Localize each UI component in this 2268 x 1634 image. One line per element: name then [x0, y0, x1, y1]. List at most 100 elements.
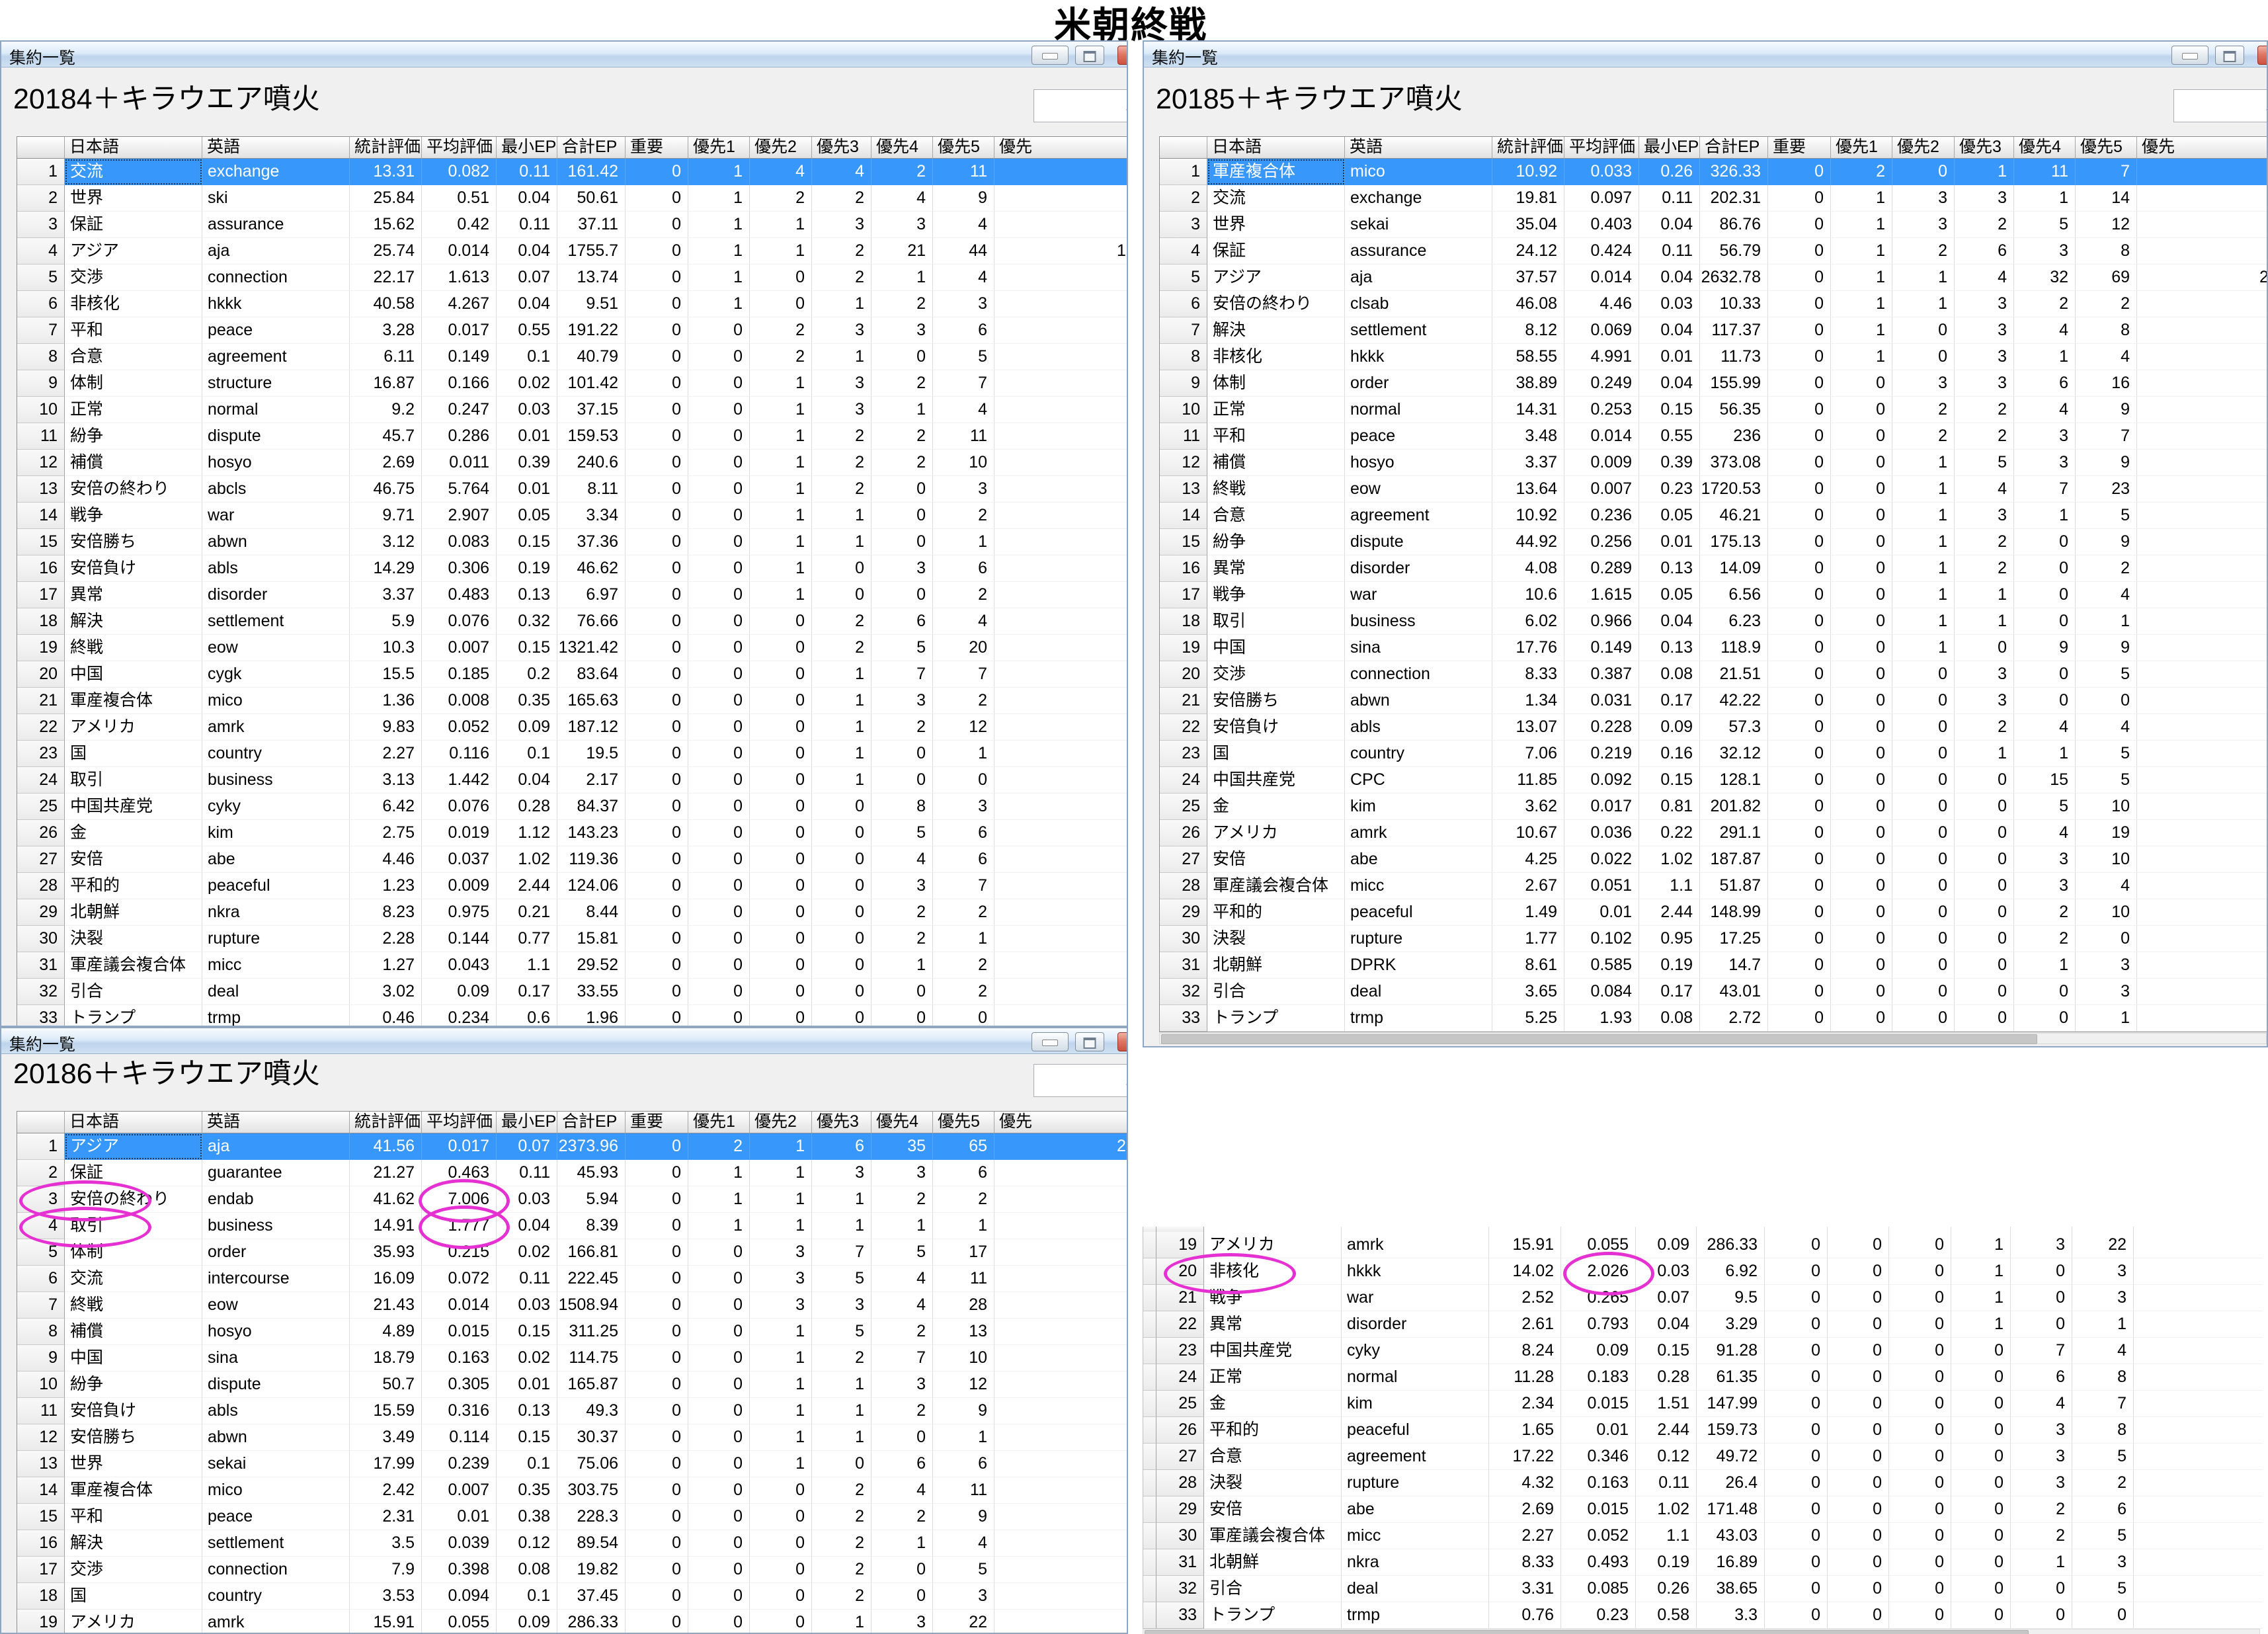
- cell-value[interactable]: 3: [933, 1583, 994, 1610]
- cell-value[interactable]: 2: [1892, 238, 1955, 265]
- cell-english[interactable]: war: [1342, 1285, 1489, 1311]
- cell-value[interactable]: 25.84: [350, 185, 422, 212]
- cell-value[interactable]: 0: [1831, 899, 1892, 926]
- cell-japanese[interactable]: 紛争: [65, 423, 202, 450]
- cell-value[interactable]: 1: [1831, 212, 1892, 238]
- cell-value[interactable]: 3: [812, 370, 871, 397]
- cell-value[interactable]: 2: [812, 635, 871, 661]
- cell-value[interactable]: 0.55: [497, 317, 557, 344]
- cell-value[interactable]: 8: [2076, 317, 2137, 344]
- cell-value[interactable]: [2134, 1258, 2263, 1285]
- cell-value[interactable]: 143.23: [557, 820, 626, 846]
- cell-japanese[interactable]: 安倍勝ち: [1207, 688, 1345, 714]
- cell-value[interactable]: 5: [2072, 1523, 2134, 1549]
- cell-value[interactable]: 0.11: [497, 159, 557, 185]
- cell-value[interactable]: 118.9: [1700, 635, 1768, 661]
- cell-value[interactable]: 65: [933, 1133, 994, 1160]
- cell-value[interactable]: 6.56: [1700, 582, 1768, 608]
- cell-value[interactable]: 3.28: [350, 317, 422, 344]
- cell-value[interactable]: 1: [812, 1371, 871, 1398]
- cell-value[interactable]: [994, 185, 1128, 212]
- column-header-6[interactable]: 合計EP: [1700, 137, 1768, 159]
- cell-value[interactable]: 1: [688, 265, 750, 291]
- cell-value[interactable]: 0: [688, 1398, 750, 1424]
- cell-value[interactable]: 0: [1768, 688, 1831, 714]
- cell-value[interactable]: 4: [2014, 317, 2076, 344]
- cell-value[interactable]: 0: [1889, 1444, 1951, 1470]
- cell-value[interactable]: [2137, 635, 2268, 661]
- cell-value[interactable]: 1: [2014, 503, 2076, 529]
- cell-value[interactable]: [2137, 794, 2268, 820]
- cell-value[interactable]: 0: [1765, 1602, 1828, 1629]
- cell-value[interactable]: 0: [1768, 979, 1831, 1005]
- cell-value[interactable]: 0.183: [1561, 1364, 1636, 1391]
- cell-value[interactable]: 0.01: [497, 1371, 557, 1398]
- table-row[interactable]: 14戦争war9.712.9070.053.34001102: [17, 503, 1128, 529]
- cell-value[interactable]: [2134, 1602, 2263, 1629]
- cell-japanese[interactable]: 国: [65, 1583, 202, 1610]
- cell-value[interactable]: 0.116: [422, 741, 497, 767]
- cell-value[interactable]: 0: [812, 1005, 871, 1027]
- cell-value[interactable]: 201.82: [1700, 794, 1768, 820]
- cell-value[interactable]: 0.01: [1639, 529, 1700, 555]
- table-row[interactable]: 14合意agreement10.920.2360.0546.21001315: [1160, 503, 2268, 529]
- cell-value[interactable]: 14.31: [1492, 397, 1564, 423]
- table-row[interactable]: 17交渉connection7.90.3980.0819.82000205: [17, 1557, 1128, 1583]
- cell-japanese[interactable]: 軍産複合体: [1207, 159, 1345, 185]
- cell-value[interactable]: 0: [688, 794, 750, 820]
- cell-value[interactable]: 1: [994, 238, 1128, 265]
- cell-value[interactable]: 16.89: [1697, 1549, 1765, 1576]
- cell-value[interactable]: 0: [626, 238, 688, 265]
- cell-value[interactable]: 0: [626, 317, 688, 344]
- cell-value[interactable]: 0: [1768, 794, 1831, 820]
- cell-value[interactable]: 2: [812, 423, 871, 450]
- cell-value[interactable]: 0: [871, 1005, 933, 1027]
- cell-value[interactable]: 0.163: [1561, 1470, 1636, 1496]
- cell-value[interactable]: 0.04: [497, 767, 557, 794]
- table-row[interactable]: 19終戦eow10.30.0070.151321.420002520: [17, 635, 1128, 661]
- cell-value[interactable]: 0: [626, 397, 688, 423]
- cell-value[interactable]: 13.64: [1492, 476, 1564, 503]
- cell-value[interactable]: [2137, 555, 2268, 582]
- cell-value[interactable]: 50.7: [350, 1371, 422, 1398]
- cell-value[interactable]: 0: [2014, 555, 2076, 582]
- cell-value[interactable]: 0.033: [1564, 159, 1639, 185]
- cell-value[interactable]: 0: [1889, 1391, 1951, 1417]
- cell-value[interactable]: 2.61: [1489, 1311, 1561, 1338]
- cell-value[interactable]: 6: [933, 820, 994, 846]
- cell-value[interactable]: 3: [871, 688, 933, 714]
- cell-value[interactable]: 17.76: [1492, 635, 1564, 661]
- cell-value[interactable]: 0: [871, 503, 933, 529]
- cell-value[interactable]: 0: [1831, 503, 1892, 529]
- cell-value[interactable]: 0: [626, 1266, 688, 1292]
- cell-value[interactable]: 1: [2014, 344, 2076, 370]
- cell-english[interactable]: mico: [202, 1477, 350, 1504]
- cell-value[interactable]: 1: [871, 397, 933, 423]
- cell-value[interactable]: [994, 476, 1128, 503]
- cell-value[interactable]: 0: [1768, 317, 1831, 344]
- table-row[interactable]: 4取引business14.911.7770.048.39011111: [17, 1213, 1128, 1239]
- column-header-6[interactable]: 合計EP: [557, 1112, 626, 1133]
- cell-value[interactable]: 0: [688, 450, 750, 476]
- column-header-9[interactable]: 優先2: [750, 137, 812, 159]
- cell-value[interactable]: 1: [1892, 265, 1955, 291]
- cell-value[interactable]: 0.011: [422, 450, 497, 476]
- cell-value[interactable]: 119.36: [557, 846, 626, 873]
- cell-japanese[interactable]: 補償: [1207, 450, 1345, 476]
- cell-value[interactable]: 5: [812, 1319, 871, 1345]
- cell-value[interactable]: 1.27: [350, 952, 422, 979]
- cell-value[interactable]: 44.92: [1492, 529, 1564, 555]
- cell-japanese[interactable]: 異常: [1204, 1311, 1342, 1338]
- horizontal-scrollbar[interactable]: [1143, 1629, 2260, 1634]
- cell-value[interactable]: 0.007: [422, 635, 497, 661]
- cell-value[interactable]: 5: [871, 820, 933, 846]
- cell-value[interactable]: [994, 1583, 1128, 1610]
- cell-value[interactable]: 3: [1892, 185, 1955, 212]
- cell-value[interactable]: 1: [1951, 1258, 2011, 1285]
- cell-japanese[interactable]: 体制: [1207, 370, 1345, 397]
- cell-value[interactable]: 0.102: [1564, 926, 1639, 952]
- cell-value[interactable]: 1: [1831, 265, 1892, 291]
- cell-value[interactable]: 3: [933, 291, 994, 317]
- cell-value[interactable]: 4.25: [1492, 846, 1564, 873]
- cell-english[interactable]: mico: [202, 688, 350, 714]
